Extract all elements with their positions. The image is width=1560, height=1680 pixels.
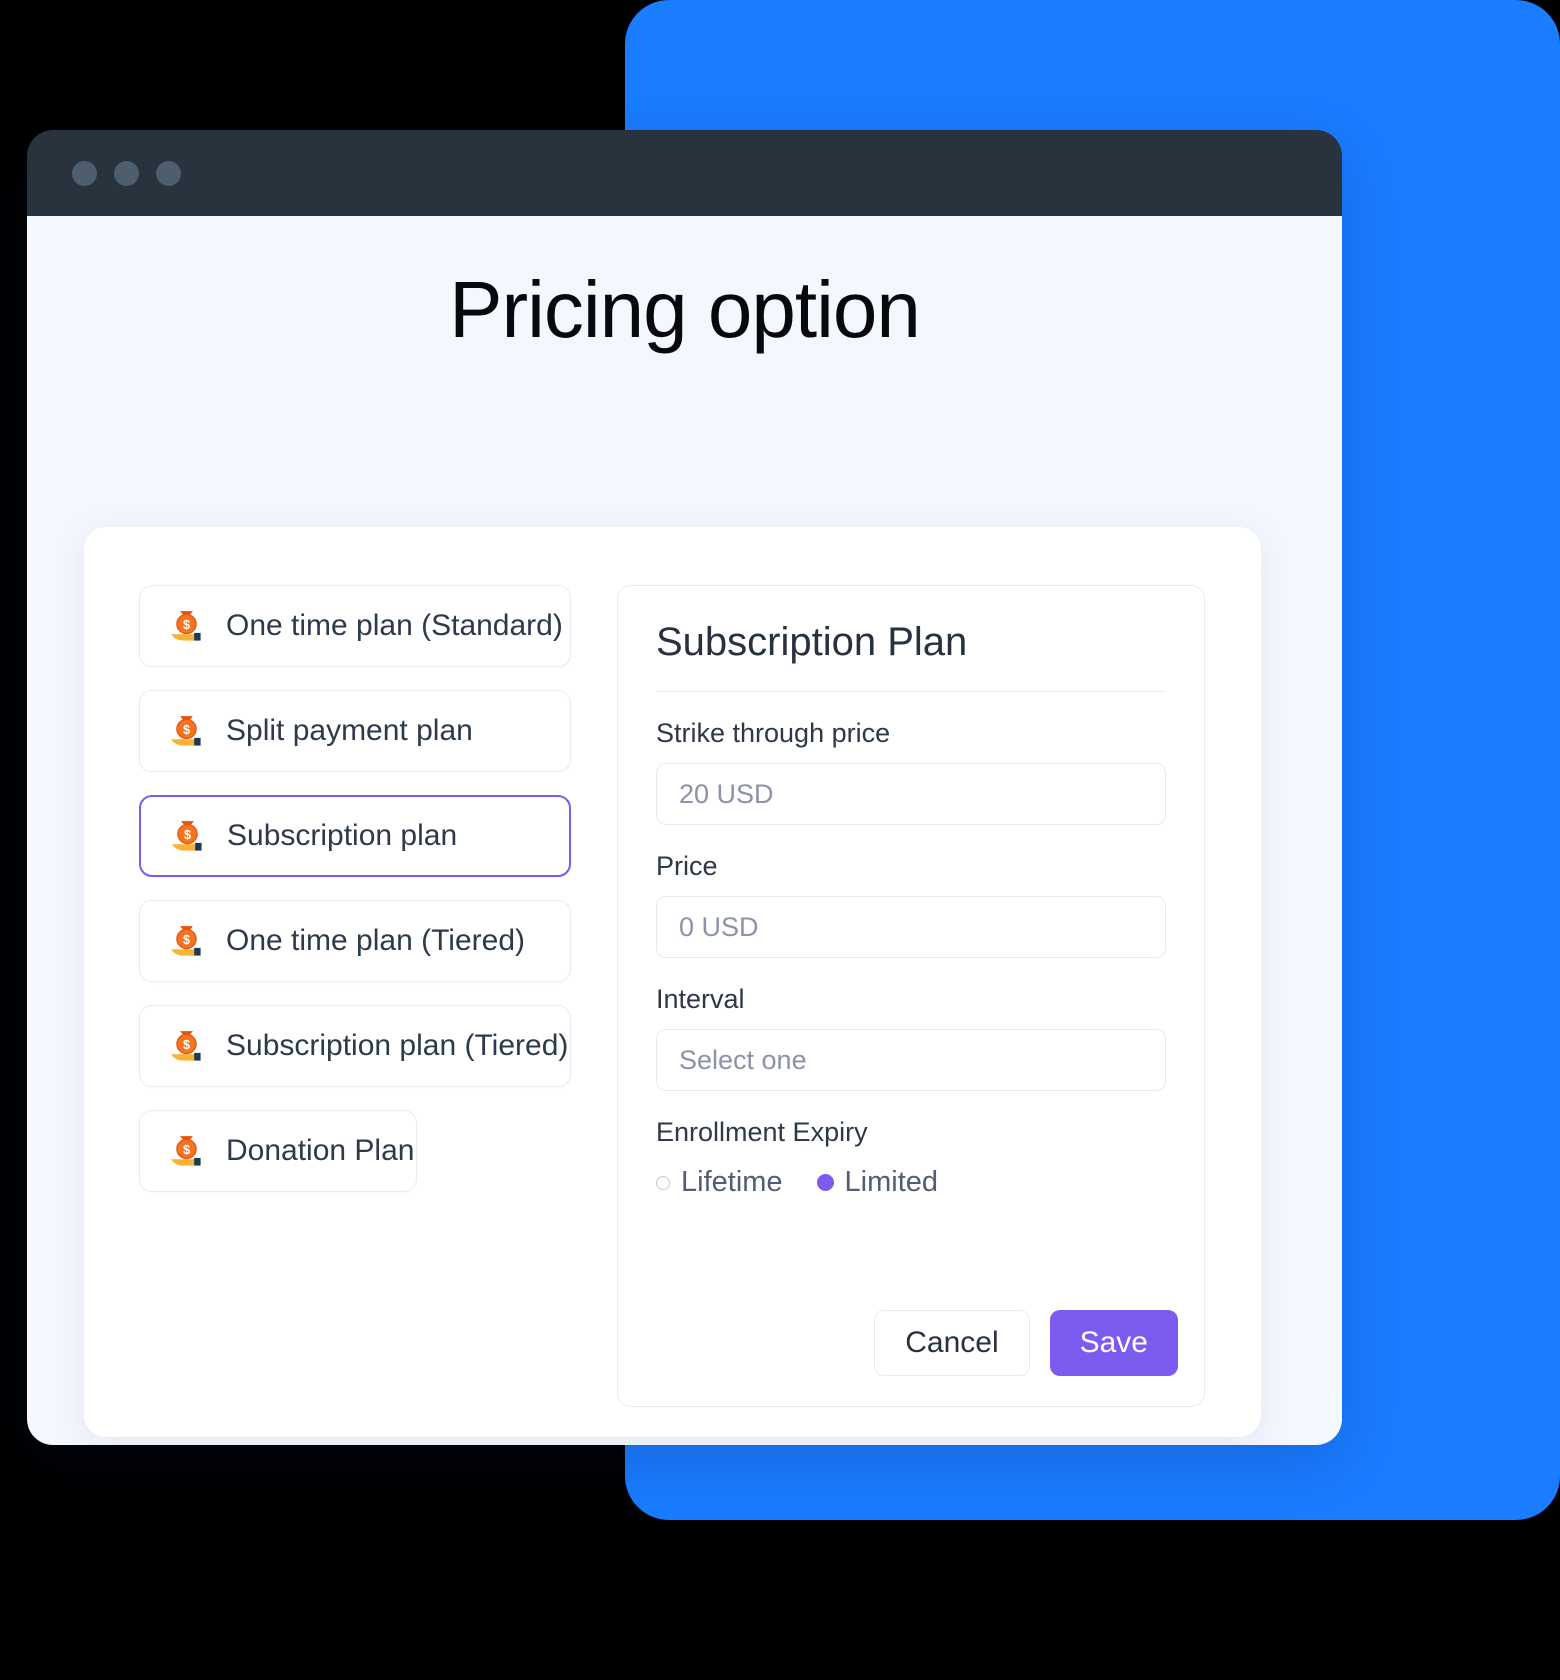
interval-select-value: Select one <box>679 1044 807 1075</box>
plan-item-subscription[interactable]: $ Subscription plan <box>139 795 571 877</box>
enrollment-expiry-label: Enrollment Expiry <box>656 1117 868 1147</box>
plan-list: $ One time plan (Standard) $ Split payme… <box>139 585 571 1192</box>
screenshot-stage: Pricing option $ One time plan (Standard… <box>0 0 1560 1680</box>
close-dot-icon[interactable] <box>72 160 97 186</box>
price-field: Price <box>656 851 1166 958</box>
enrollment-expiry-radio-group: Lifetime Limited <box>656 1166 1166 1199</box>
money-bag-icon: $ <box>171 610 201 641</box>
radio-checked-icon <box>816 1174 834 1191</box>
plan-item-label: Donation Plan <box>226 1134 415 1167</box>
money-bag-icon: $ <box>171 1030 201 1061</box>
radio-option-limited[interactable]: Limited <box>816 1166 939 1199</box>
money-bag-icon: $ <box>171 715 201 746</box>
radio-unchecked-icon <box>656 1175 670 1190</box>
cancel-button[interactable]: Cancel <box>874 1310 1030 1376</box>
form-title: Subscription Plan <box>656 620 1166 692</box>
form-actions: Cancel Save <box>874 1310 1178 1376</box>
price-label: Price <box>656 851 718 881</box>
save-button[interactable]: Save <box>1049 1310 1178 1376</box>
plan-item-label: Subscription plan (Tiered) <box>226 1029 569 1062</box>
svg-text:$: $ <box>183 1037 190 1052</box>
radio-option-lifetime[interactable]: Lifetime <box>656 1166 783 1199</box>
money-bag-icon: $ <box>171 925 201 956</box>
interval-label: Interval <box>656 984 745 1014</box>
minimize-dot-icon[interactable] <box>114 160 139 186</box>
page-body: Pricing option $ One time plan (Standard… <box>27 216 1342 1445</box>
plan-item-label: One time plan (Standard) <box>226 609 563 642</box>
money-bag-icon: $ <box>172 820 202 851</box>
content-card: $ One time plan (Standard) $ Split payme… <box>84 527 1261 1437</box>
plan-item-label: One time plan (Tiered) <box>226 924 526 957</box>
plan-item-subscription-tiered[interactable]: $ Subscription plan (Tiered) <box>139 1005 571 1087</box>
svg-text:$: $ <box>183 617 190 632</box>
plan-item-label: Split payment plan <box>226 714 473 747</box>
window-titlebar <box>27 130 1342 216</box>
radio-option-label: Limited <box>844 1166 939 1198</box>
radio-option-label: Lifetime <box>681 1166 783 1198</box>
plan-detail-form: Subscription Plan Strike through price P… <box>617 585 1205 1407</box>
plan-item-label: Subscription plan <box>227 819 458 852</box>
strike-through-price-label: Strike through price <box>656 718 891 748</box>
interval-field: Interval Select one <box>656 984 1166 1091</box>
browser-window: Pricing option $ One time plan (Standard… <box>27 130 1342 1445</box>
svg-text:$: $ <box>183 932 190 947</box>
plan-item-one-time-standard[interactable]: $ One time plan (Standard) <box>139 585 571 667</box>
strike-through-price-input[interactable] <box>656 763 1166 825</box>
maximize-dot-icon[interactable] <box>156 160 181 186</box>
svg-text:$: $ <box>183 1142 190 1157</box>
svg-text:$: $ <box>183 722 190 737</box>
plan-item-split-payment[interactable]: $ Split payment plan <box>139 690 571 772</box>
strike-through-price-field: Strike through price <box>656 718 1166 825</box>
plan-item-one-time-tiered[interactable]: $ One time plan (Tiered) <box>139 900 571 982</box>
price-input[interactable] <box>656 896 1166 958</box>
page-title: Pricing option <box>449 265 921 354</box>
svg-text:$: $ <box>184 827 191 842</box>
plan-item-donation[interactable]: $ Donation Plan <box>139 1110 417 1192</box>
money-bag-icon: $ <box>171 1135 201 1166</box>
interval-select[interactable]: Select one <box>656 1029 1166 1091</box>
